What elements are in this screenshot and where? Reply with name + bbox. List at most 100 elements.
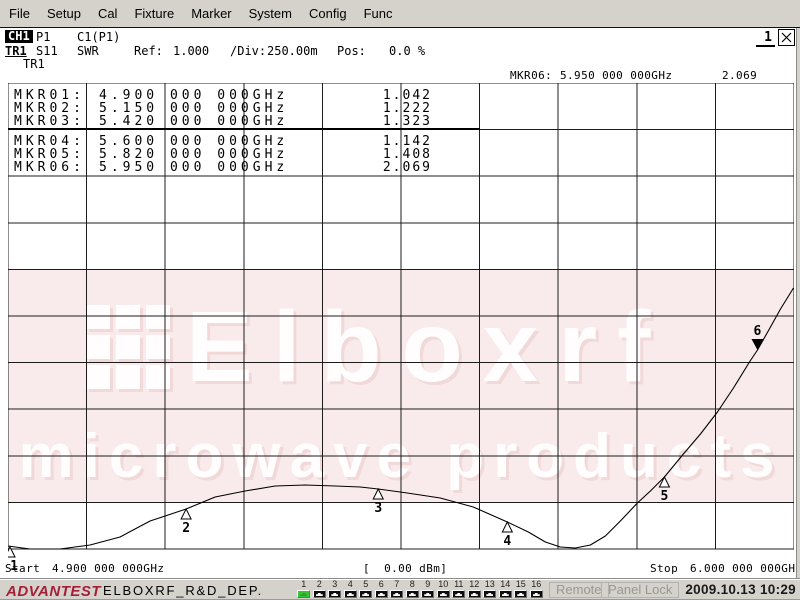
active-marker-label: MKR06: — [510, 70, 552, 82]
channel-indicator-12[interactable]: 12 — [467, 580, 483, 598]
channel-led-on — [297, 590, 310, 598]
channel-number: 11 — [451, 580, 467, 589]
window-right-edge — [796, 28, 800, 578]
marker-freq: 5.950 000 000GHz — [99, 160, 288, 175]
channel-led-off — [406, 590, 419, 598]
channel-indicator-10[interactable]: 10 — [436, 580, 452, 598]
channel-number: 6 — [374, 580, 390, 589]
channel-number: 4 — [343, 580, 359, 589]
channel-led-off — [344, 590, 357, 598]
channel-number: 7 — [389, 580, 405, 589]
marker-table-row: MKR01: 4.900 000 000GHz 1.042 — [0, 88, 480, 101]
ref-value: 1.000 — [173, 45, 209, 58]
channel-number: 16 — [529, 580, 545, 589]
start-label: Start — [5, 563, 40, 575]
datetime: 2009.10.13 10:29 — [685, 582, 796, 597]
instrument-title: ELBOXRF_R&D_DEP. — [103, 583, 263, 598]
svg-text:4: 4 — [503, 534, 511, 549]
channel-led-off — [437, 590, 450, 598]
marker-6[interactable]: 6 — [751, 324, 763, 350]
channel-led-off — [375, 590, 388, 598]
channel-led-off — [328, 590, 341, 598]
channel-indicator-3[interactable]: 3 — [327, 580, 343, 598]
power-level: [ 0.00 dBm] — [363, 563, 447, 575]
channel-indicator-8[interactable]: 8 — [405, 580, 421, 598]
channel-indicator-6[interactable]: 6 — [374, 580, 390, 598]
channel-indicator-4[interactable]: 4 — [343, 580, 359, 598]
channel-indicator-9[interactable]: 9 — [420, 580, 436, 598]
channel-led-off — [468, 590, 481, 598]
channel-indicator-16[interactable]: 16 — [529, 580, 545, 598]
pos-label: Pos: — [337, 45, 366, 58]
trace-number[interactable]: 1 — [756, 30, 775, 47]
svg-text:2: 2 — [182, 521, 190, 536]
marker-4[interactable]: 4 — [502, 522, 512, 549]
menu-item-system[interactable]: System — [249, 6, 292, 21]
status-bar: ADVANTEST ELBOXRF_R&D_DEP. 1 2 3 4 5 6 7… — [0, 578, 800, 600]
channel-led-off — [514, 590, 527, 598]
marker-label: MKR06: — [14, 160, 85, 175]
channel-led-off — [359, 590, 372, 598]
channel-indicator-13[interactable]: 13 — [482, 580, 498, 598]
marker-value: 1.323 — [348, 114, 432, 129]
channel-led-off — [452, 590, 465, 598]
channel-number: 2 — [312, 580, 328, 589]
pos-value: 0.0 % — [389, 45, 425, 58]
channel-led-off — [530, 590, 543, 598]
channel-number: 1 — [296, 580, 312, 589]
active-marker-value: 2.069 — [722, 70, 757, 82]
cal-label: C1(P1) — [77, 31, 120, 44]
marker-table-row: MKR05: 5.820 000 000GHz 1.408 — [0, 147, 480, 160]
channel-number: 8 — [405, 580, 421, 589]
advantest-logo: ADVANTEST — [6, 583, 101, 600]
svg-text:5: 5 — [661, 489, 669, 504]
format-label: SWR — [77, 45, 99, 58]
menu-item-fixture[interactable]: Fixture — [134, 6, 174, 21]
channel-badge[interactable]: CH1 — [5, 30, 33, 43]
channel-number: 5 — [358, 580, 374, 589]
ref-label: Ref: — [134, 45, 163, 58]
menu-item-func[interactable]: Func — [364, 6, 393, 21]
close-button[interactable] — [778, 29, 795, 46]
channel-number: 14 — [498, 580, 514, 589]
channel-number: 9 — [420, 580, 436, 589]
svg-text:3: 3 — [374, 501, 382, 516]
channel-led-off — [499, 590, 512, 598]
div-value: 250.00m — [267, 45, 318, 58]
channel-indicators: 1 2 3 4 5 6 7 8 9 10 11 12 13 14 15 16 — [296, 580, 544, 598]
panel-lock-button[interactable]: Panel Lock — [601, 582, 679, 598]
channel-indicator-11[interactable]: 11 — [451, 580, 467, 598]
menu-item-file[interactable]: File — [9, 6, 30, 21]
sub-trace-label: TR1 — [23, 58, 45, 71]
marker-table-row: MKR06: 5.950 000 000GHz 2.069 — [0, 160, 480, 173]
menu-item-marker[interactable]: Marker — [191, 6, 231, 21]
marker-3[interactable]: 3 — [373, 489, 383, 516]
menu-item-setup[interactable]: Setup — [47, 6, 81, 21]
channel-indicator-14[interactable]: 14 — [498, 580, 514, 598]
marker-2[interactable]: 2 — [181, 509, 191, 536]
marker-table-row: MKR03: 5.420 000 000GHz 1.323 — [0, 114, 480, 127]
channel-indicator-2[interactable]: 2 — [312, 580, 328, 598]
channel-indicator-1[interactable]: 1 — [296, 580, 312, 598]
marker-table-divider — [8, 128, 480, 130]
channel-number: 15 — [513, 580, 529, 589]
channel-indicator-15[interactable]: 15 — [513, 580, 529, 598]
div-label: /Div: — [230, 45, 266, 58]
remote-button[interactable]: Remote — [549, 582, 609, 598]
channel-number: 13 — [482, 580, 498, 589]
channel-number: 3 — [327, 580, 343, 589]
channel-indicator-5[interactable]: 5 — [358, 580, 374, 598]
channel-number: 12 — [467, 580, 483, 589]
marker-value: 2.069 — [348, 160, 432, 175]
stop-value: 6.000 000 000GHz — [690, 563, 800, 575]
marker-label: MKR03: — [14, 114, 85, 129]
close-icon — [781, 32, 792, 43]
channel-indicator-7[interactable]: 7 — [389, 580, 405, 598]
menu-item-config[interactable]: Config — [309, 6, 347, 21]
menu-item-cal[interactable]: Cal — [98, 6, 118, 21]
channel-number: 10 — [436, 580, 452, 589]
marker-table-row: MKR02: 5.150 000 000GHz 1.222 — [0, 101, 480, 114]
marker-table-row: MKR04: 5.600 000 000GHz 1.142 — [0, 134, 480, 147]
port-label: P1 — [36, 31, 50, 44]
channel-led-off — [390, 590, 403, 598]
